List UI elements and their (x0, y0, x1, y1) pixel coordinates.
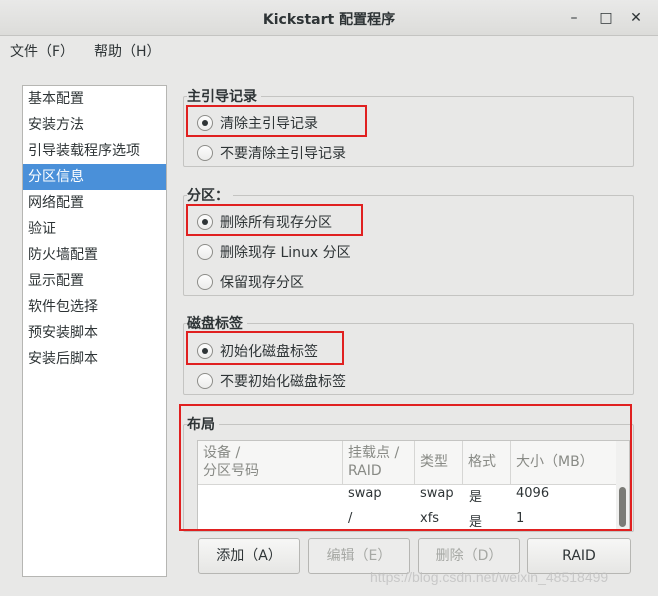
radio-label: 初始化磁盘标签 (220, 344, 318, 360)
header-line: 分区号码 (203, 463, 259, 479)
disklabel-section-label: 磁盘标签 (187, 313, 247, 333)
radio-label: 不要初始化磁盘标签 (220, 374, 346, 390)
sidebar: 基本配置 安装方法 引导装载程序选项 分区信息 网络配置 验证 防火墙配置 显示… (22, 85, 167, 577)
radio-remove-all[interactable]: 删除所有现存分区 (197, 210, 332, 234)
sidebar-item-display[interactable]: 显示配置 (23, 268, 166, 294)
menu-help[interactable]: 帮助（H） (94, 41, 161, 61)
radio-indicator[interactable] (197, 145, 213, 161)
sidebar-item-packages[interactable]: 软件包选择 (23, 294, 166, 320)
radio-label: 删除所有现存分区 (220, 215, 332, 231)
radio-preserve[interactable]: 保留现存分区 (197, 270, 304, 294)
radio-clear-mbr[interactable]: 清除主引导记录 (197, 111, 318, 135)
cell-type: swap (420, 486, 454, 501)
column-header-type[interactable]: 类型 (415, 441, 463, 485)
window-title: Kickstart 配置程序 (262, 12, 396, 28)
menu-bar: 文件（F） 帮助（H） (0, 36, 658, 64)
table-header: 设备 / 分区号码 挂载点 / RAID 类型 格式 大小（MB） (198, 441, 618, 485)
radio-indicator[interactable] (197, 115, 213, 131)
radio-keep-mbr[interactable]: 不要清除主引导记录 (197, 141, 346, 165)
radio-label: 不要清除主引导记录 (220, 146, 346, 162)
layout-section-label: 布局 (187, 414, 219, 434)
add-button[interactable]: 添加（A） (198, 538, 300, 574)
cell-format: 是 (469, 515, 483, 530)
cell-type: xfs (420, 511, 440, 526)
scrollbar-track[interactable] (616, 441, 629, 529)
close-icon[interactable]: ✕ (626, 8, 646, 28)
minimize-icon[interactable]: – (564, 8, 584, 28)
partition-section-label: 分区： (187, 185, 233, 205)
cell-mount: swap (348, 486, 382, 501)
sidebar-item-auth[interactable]: 验证 (23, 216, 166, 242)
radio-no-init-label[interactable]: 不要初始化磁盘标签 (197, 369, 346, 393)
radio-label: 删除现存 Linux 分区 (220, 245, 351, 261)
raid-button[interactable]: RAID (527, 538, 631, 574)
header-line: 挂载点 / (348, 445, 400, 461)
sidebar-item-install-method[interactable]: 安装方法 (23, 112, 166, 138)
scrollbar-thumb[interactable] (619, 487, 626, 527)
header-line: RAID (348, 463, 382, 479)
radio-indicator[interactable] (197, 373, 213, 389)
sidebar-item-bootloader[interactable]: 引导装载程序选项 (23, 138, 166, 164)
radio-indicator[interactable] (197, 343, 213, 359)
column-header-size[interactable]: 大小（MB） (511, 441, 618, 485)
radio-label: 保留现存分区 (220, 275, 304, 291)
title-bar: Kickstart 配置程序 – □ ✕ (0, 0, 658, 36)
sidebar-item-pre-script[interactable]: 预安装脚本 (23, 320, 166, 346)
header-line: 设备 / (203, 445, 241, 461)
cell-format: 是 (469, 490, 483, 505)
radio-indicator[interactable] (197, 274, 213, 290)
radio-indicator[interactable] (197, 214, 213, 230)
menu-file[interactable]: 文件（F） (10, 41, 74, 61)
mbr-section-label: 主引导记录 (187, 86, 261, 106)
sidebar-item-firewall[interactable]: 防火墙配置 (23, 242, 166, 268)
radio-remove-linux[interactable]: 删除现存 Linux 分区 (197, 240, 351, 264)
column-header-device[interactable]: 设备 / 分区号码 (198, 441, 343, 485)
cell-size: 1 (516, 511, 525, 526)
delete-button[interactable]: 删除（D） (418, 538, 520, 574)
cell-size: 4096 (516, 486, 550, 501)
radio-label: 清除主引导记录 (220, 116, 318, 132)
partition-table: 设备 / 分区号码 挂载点 / RAID 类型 格式 大小（MB） swap s… (197, 440, 630, 530)
radio-init-label[interactable]: 初始化磁盘标签 (197, 339, 318, 363)
sidebar-item-basic[interactable]: 基本配置 (23, 86, 166, 112)
cell-mount: / (348, 511, 353, 526)
maximize-icon[interactable]: □ (596, 8, 616, 28)
column-header-format[interactable]: 格式 (463, 441, 511, 485)
edit-button[interactable]: 编辑（E） (308, 538, 410, 574)
radio-indicator[interactable] (197, 244, 213, 260)
sidebar-item-post-script[interactable]: 安装后脚本 (23, 346, 166, 372)
sidebar-item-network[interactable]: 网络配置 (23, 190, 166, 216)
column-header-mount[interactable]: 挂载点 / RAID (343, 441, 415, 485)
sidebar-item-partition[interactable]: 分区信息 (23, 164, 166, 190)
